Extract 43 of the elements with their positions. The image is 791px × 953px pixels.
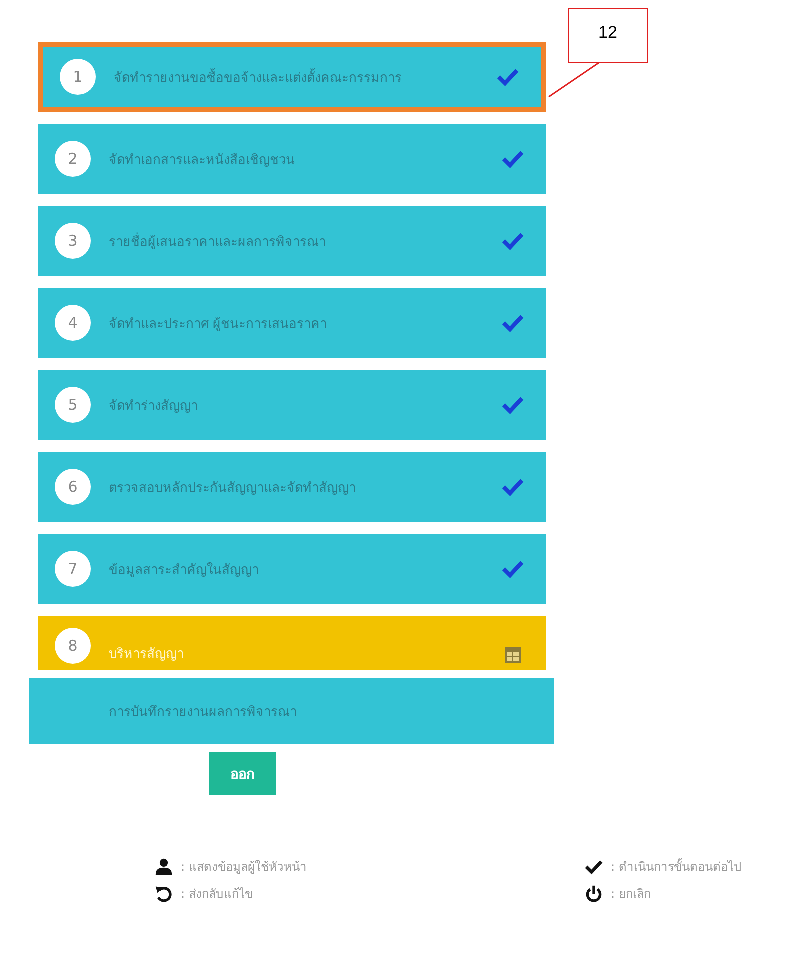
check-icon [502,477,524,497]
step-number: 4 [55,305,91,341]
step-item[interactable]: 3 รายชื่อผู้เสนอราคาและผลการพิจารณา [38,206,546,276]
legend-label: : ดำเนินการขั้นตอนต่อไป [611,857,742,876]
step-label: จัดทำและประกาศ ผู้ชนะการเสนอราคา [109,316,328,334]
step-number: 6 [55,469,91,505]
step-number: 1 [60,59,96,95]
step-label: จัดทำร่างสัญญา [109,398,199,416]
step-item[interactable]: 7 ข้อมูลสาระสำคัญในสัญญา [38,534,546,604]
exit-button[interactable]: ออก [209,752,276,795]
step-item[interactable]: 8 บริหารสัญญา [38,616,546,670]
legend-label: : ยกเลิก [611,886,651,903]
undo-icon [155,884,173,902]
step-number: 2 [55,141,91,177]
calendar-icon [502,644,524,664]
step-item[interactable]: 4 จัดทำและประกาศ ผู้ชนะการเสนอราคา [38,288,546,358]
step-item[interactable]: 2 จัดทำเอกสารและหนังสือเชิญชวน [38,124,546,194]
step-label: ข้อมูลสาระสำคัญในสัญญา [109,562,260,580]
power-icon [585,884,603,902]
step-item[interactable]: 1 จัดทำรายงานขอซื้อขอจ้างและแต่งตั้งคณะกรรมการ [38,42,546,112]
summary-label: การบันทึกรายงานผลการพิจารณา [109,704,297,722]
step-number: 7 [55,551,91,587]
legend-label: : แสดงข้อมูลผู้ใช้หัวหน้า [181,859,307,876]
callout-number: 12 [598,23,618,44]
step-label: บริหารสัญญา [109,646,185,664]
user-icon [155,858,173,876]
step-label: จัดทำรายงานขอซื้อขอจ้างและแต่งตั้งคณะกรรมการ [114,66,497,88]
step-label: รายชื่อผู้เสนอราคาและผลการพิจารณา [109,232,327,252]
step-number: 8 [55,628,91,664]
check-icon [502,395,524,415]
check-icon [502,313,524,333]
step-number: 5 [55,387,91,423]
step-number: 3 [55,223,91,259]
check-icon [585,858,603,876]
check-icon [502,231,524,251]
step-label: จัดทำเอกสารและหนังสือเชิญชวน [109,152,296,170]
step-item[interactable]: 5 จัดทำร่างสัญญา [38,370,546,440]
check-icon [502,149,524,169]
legend-label: : ส่งกลับแก้ไข [181,886,253,903]
check-icon [497,67,519,87]
check-icon [502,559,524,579]
step-label: ตรวจสอบหลักประกันสัญญาและจัดทำสัญญา [109,480,357,498]
step-item[interactable]: 6 ตรวจสอบหลักประกันสัญญาและจัดทำสัญญา [38,452,546,522]
